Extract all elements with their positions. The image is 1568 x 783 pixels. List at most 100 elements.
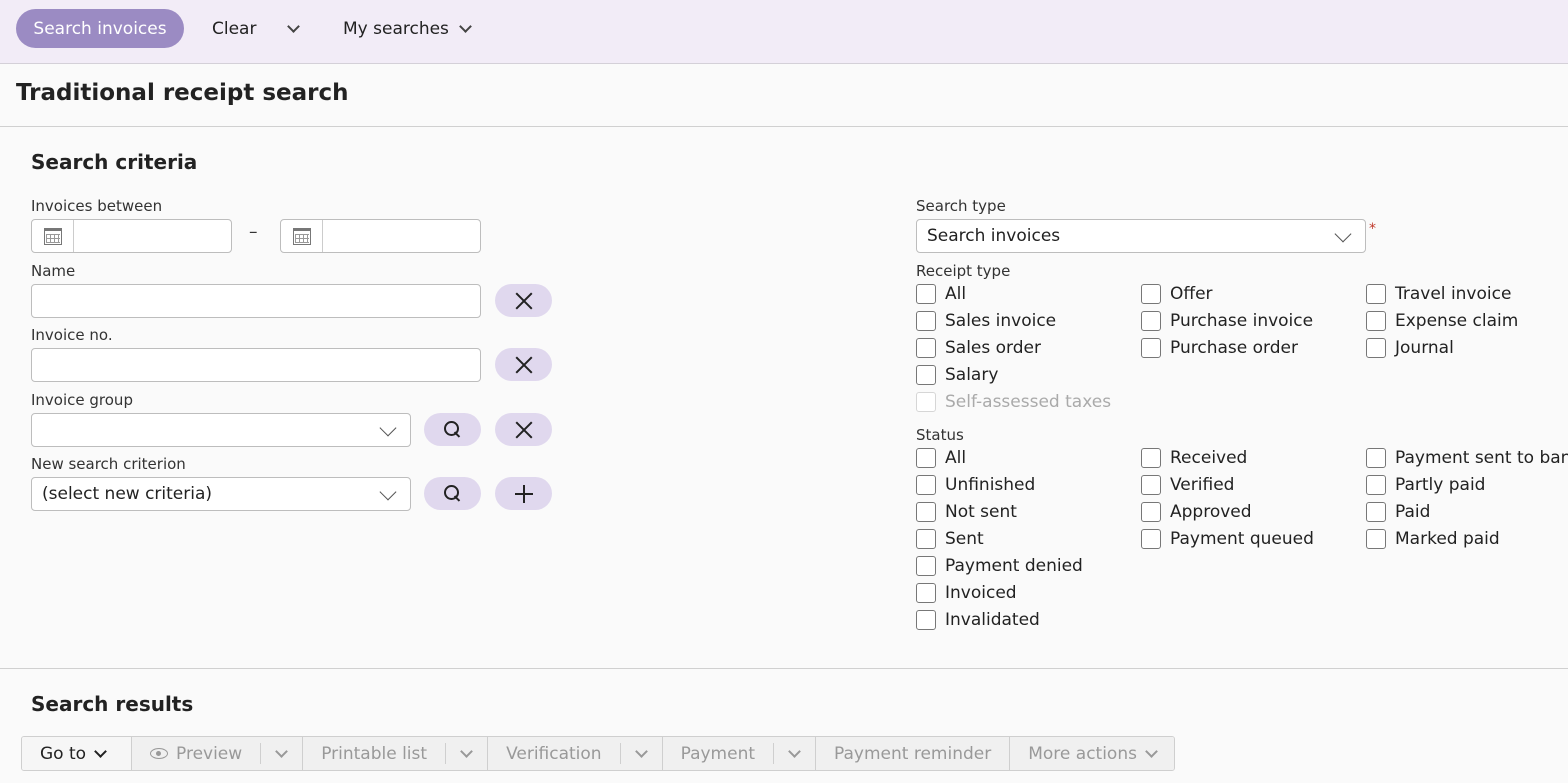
status-unfinished-checkbox[interactable]: Unfinished <box>916 475 1035 495</box>
checkbox-box <box>916 284 936 304</box>
add-criterion-button[interactable] <box>495 477 552 510</box>
status-paid-checkbox[interactable]: Paid <box>1366 502 1430 522</box>
receipt-type-sales-order-checkbox[interactable]: Sales order <box>916 338 1041 358</box>
checkbox-label: Travel invoice <box>1395 284 1512 304</box>
checkbox-label: Sales order <box>945 338 1041 358</box>
search-criteria-title: Search criteria <box>31 150 198 174</box>
checkbox-box <box>1141 502 1161 522</box>
status-marked-paid-checkbox[interactable]: Marked paid <box>1366 529 1500 549</box>
payment-reminder-button[interactable]: Payment reminder <box>816 737 1011 770</box>
payment-button[interactable]: Payment <box>663 737 773 770</box>
calendar-icon <box>292 227 311 245</box>
status-not-sent-checkbox[interactable]: Not sent <box>916 502 1017 522</box>
checkbox-box <box>1141 475 1161 495</box>
checkbox-box <box>1366 311 1386 331</box>
date-to-field[interactable] <box>280 219 481 253</box>
checkbox-box <box>1141 529 1161 549</box>
goto-label: Go to <box>40 743 87 764</box>
receipt-type-offer-checkbox[interactable]: Offer <box>1141 284 1213 304</box>
checkbox-label: Payment denied <box>945 556 1083 576</box>
status-all-checkbox[interactable]: All <box>916 448 966 468</box>
receipt-type-sales-invoice-checkbox[interactable]: Sales invoice <box>916 311 1056 331</box>
required-marker: * <box>1369 221 1376 237</box>
preview-split-button: Preview <box>132 737 304 770</box>
clear-label: Clear <box>212 18 257 39</box>
more-actions-button[interactable]: More actions <box>1010 737 1174 770</box>
status-payment-queued-checkbox[interactable]: Payment queued <box>1141 529 1314 549</box>
verification-dropdown-button[interactable] <box>621 737 662 770</box>
new-criterion-select[interactable]: (select new criteria) <box>31 477 411 511</box>
new-criterion-label: New search criterion <box>31 455 186 473</box>
search-criterion-button[interactable] <box>424 477 481 510</box>
status-invalidated-checkbox[interactable]: Invalidated <box>916 610 1040 630</box>
invoice-group-select[interactable] <box>31 413 411 447</box>
status-payment-sent-to-bank-checkbox[interactable]: Payment sent to bank <box>1366 448 1568 468</box>
search-type-select[interactable]: Search invoices <box>916 219 1366 253</box>
status-received-checkbox[interactable]: Received <box>1141 448 1247 468</box>
receipt-type-purchase-order-checkbox[interactable]: Purchase order <box>1141 338 1298 358</box>
status-sent-checkbox[interactable]: Sent <box>916 529 984 549</box>
my-searches-button[interactable]: My searches <box>343 9 472 48</box>
preview-button[interactable]: Preview <box>132 737 260 770</box>
chevron-down-icon <box>460 744 473 758</box>
checkbox-label: Not sent <box>945 502 1017 522</box>
checkbox-box <box>916 338 936 358</box>
checkbox-box <box>916 365 936 385</box>
printable-list-dropdown-button[interactable] <box>446 737 487 770</box>
verification-button[interactable]: Verification <box>488 737 620 770</box>
receipt-type-purchase-invoice-checkbox[interactable]: Purchase invoice <box>1141 311 1313 331</box>
status-payment-denied-checkbox[interactable]: Payment denied <box>916 556 1083 576</box>
close-icon <box>515 356 533 374</box>
search-invoice-group-button[interactable] <box>424 413 481 446</box>
page-title: Traditional receipt search <box>16 80 349 106</box>
status-approved-checkbox[interactable]: Approved <box>1141 502 1252 522</box>
calendar-button[interactable] <box>281 220 323 252</box>
calendar-button[interactable] <box>32 220 74 252</box>
clear-invoice-no-button[interactable] <box>495 348 552 381</box>
clear-dropdown-button[interactable] <box>287 9 300 48</box>
checkbox-box <box>916 392 936 412</box>
plus-icon <box>514 484 533 503</box>
checkbox-box <box>916 556 936 576</box>
preview-dropdown-button[interactable] <box>261 737 302 770</box>
invoice-no-label: Invoice no. <box>31 326 113 344</box>
divider <box>0 668 1568 669</box>
chevron-down-icon <box>1334 225 1352 243</box>
invoice-group-label: Invoice group <box>31 391 133 409</box>
goto-button[interactable]: Go to <box>22 737 132 770</box>
checkbox-box <box>916 502 936 522</box>
checkbox-label: Offer <box>1170 284 1213 304</box>
search-invoices-button[interactable]: Search invoices <box>16 9 184 48</box>
chevron-down-icon <box>94 744 107 758</box>
checkbox-label: Journal <box>1395 338 1454 358</box>
receipt-type-all-checkbox[interactable]: All <box>916 284 966 304</box>
status-partly-paid-checkbox[interactable]: Partly paid <box>1366 475 1485 495</box>
payment-label: Payment <box>680 743 756 764</box>
clear-button[interactable]: Clear <box>212 9 256 48</box>
invoice-no-field[interactable] <box>31 348 481 382</box>
close-icon <box>515 421 533 439</box>
receipt-type-salary-checkbox[interactable]: Salary <box>916 365 998 385</box>
clear-name-button[interactable] <box>495 284 552 317</box>
date-from-field[interactable] <box>31 219 232 253</box>
receipt-type-journal-checkbox[interactable]: Journal <box>1366 338 1454 358</box>
checkbox-box <box>916 311 936 331</box>
checkbox-box <box>916 448 936 468</box>
receipt-type-label: Receipt type <box>916 262 1011 280</box>
printable-list-button[interactable]: Printable list <box>303 737 445 770</box>
checkbox-label: All <box>945 448 967 468</box>
checkbox-box <box>1141 284 1161 304</box>
calendar-icon <box>43 227 62 245</box>
checkbox-box <box>1366 529 1386 549</box>
clear-invoice-group-button[interactable] <box>495 413 552 446</box>
receipt-type-travel-invoice-checkbox[interactable]: Travel invoice <box>1366 284 1511 304</box>
close-icon <box>515 292 533 310</box>
status-verified-checkbox[interactable]: Verified <box>1141 475 1234 495</box>
checkbox-label: Sales invoice <box>945 311 1057 331</box>
receipt-type-expense-claim-checkbox[interactable]: Expense claim <box>1366 311 1518 331</box>
name-field[interactable] <box>31 284 481 318</box>
preview-label: Preview <box>176 743 243 764</box>
search-type-value: Search invoices <box>927 226 1061 246</box>
status-invoiced-checkbox[interactable]: Invoiced <box>916 583 1017 603</box>
payment-dropdown-button[interactable] <box>774 737 815 770</box>
